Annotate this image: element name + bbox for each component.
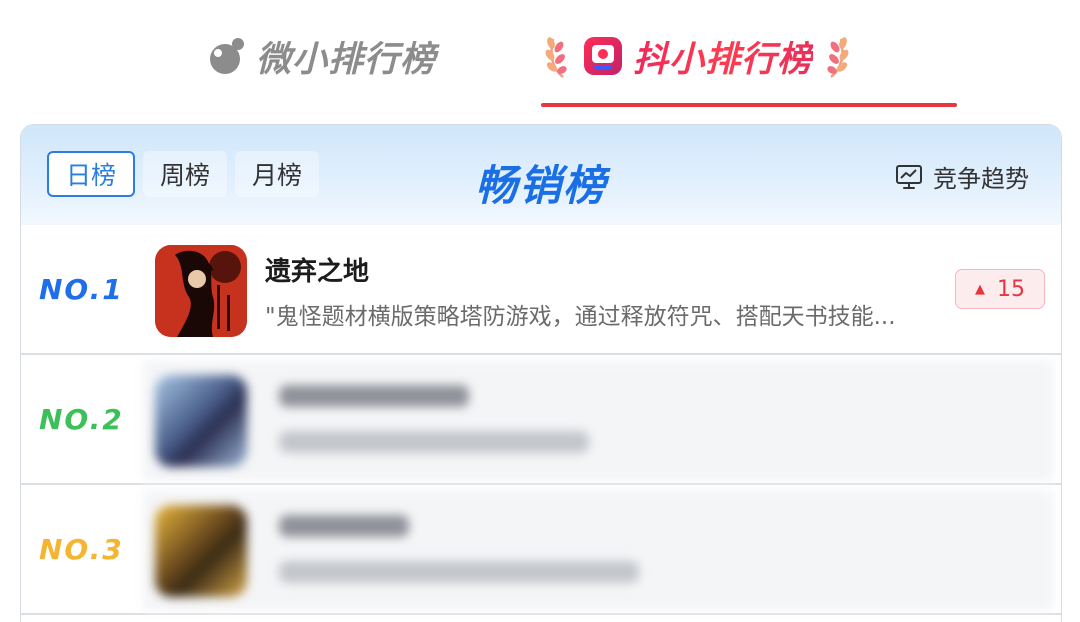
blurred-app-description [279,561,639,583]
blurred-app-name [279,385,469,407]
app-description: "鬼怪题材横版策略塔防游戏，通过释放符咒、搭配天书技能... [265,304,896,330]
rank-change-value: 15 [997,276,1025,302]
tab-douyin-minigame-ranking[interactable]: 抖小排行榜 [545,28,849,84]
tab-wechat-minigame-ranking[interactable]: 微小排行榜 [206,28,436,84]
blurred-app-description [279,431,589,453]
competition-trend-button[interactable]: 竞争趋势 [895,159,1029,194]
blurred-app-icon [155,375,247,467]
game-artwork-icon [155,245,247,337]
blurred-app-name [279,515,409,537]
card-header: 日榜 周榜 月榜 畅销榜 竞争趋势 [21,125,1061,225]
ranking-row[interactable]: NO.1 遗弃之地 "鬼怪题材横版策略塔防游戏，通过释放符咒、搭配天书技能...… [21,225,1061,355]
ranking-row[interactable]: NO.3 [21,485,1061,615]
blurred-content [143,491,1053,611]
trend-chart-icon [896,164,922,189]
active-tab-underline [541,103,957,107]
laurel-right-icon [827,37,849,78]
wechat-minigame-icon [210,38,244,74]
laurel-left-icon [545,37,567,78]
tab-douyin-label: 抖小排行榜 [633,31,813,82]
rank-label: NO.1 [39,273,124,306]
rank-change-badge: ▲ 15 [955,269,1045,309]
ranking-card: 日榜 周榜 月榜 畅销榜 竞争趋势 NO.1 遗弃之地 "鬼怪题材横版策略塔防游… [20,124,1062,622]
blurred-app-icon [155,505,247,597]
rank-label: NO.2 [39,403,124,436]
app-name: 遗弃之地 [265,257,370,287]
blurred-content [143,361,1053,481]
tab-wechat-label: 微小排行榜 [256,39,437,80]
rank-label: NO.3 [39,533,124,566]
platform-tabs: 微小排行榜 抖小排行榜 [0,0,1080,110]
douyin-minigame-icon [584,37,622,75]
ranking-row[interactable]: NO.2 [21,355,1061,485]
trend-label: 竞争趋势 [933,165,1029,193]
up-arrow-icon: ▲ [975,281,985,297]
app-icon [155,245,247,337]
